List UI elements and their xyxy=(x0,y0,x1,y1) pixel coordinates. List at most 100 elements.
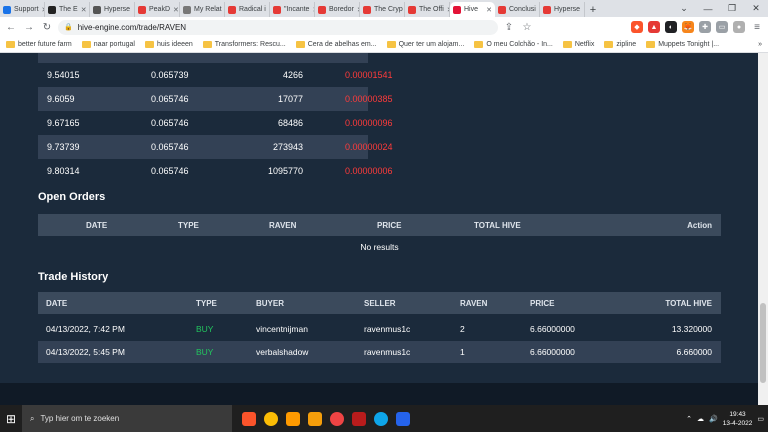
scrollbar[interactable] xyxy=(758,53,768,405)
browser-tab[interactable]: Hive ✕ xyxy=(450,2,495,17)
tab-label: Support xyxy=(14,6,39,13)
bookmarks-more-button[interactable]: » xyxy=(758,41,762,48)
taskbar-clock[interactable]: 19:43 13-4-2022 xyxy=(723,410,753,428)
tab-label: Hyperse xyxy=(554,6,581,13)
pinned-apps xyxy=(232,411,410,426)
folder-icon xyxy=(562,41,572,48)
browser-tab[interactable]: Support✕ xyxy=(0,2,45,17)
folder-icon xyxy=(81,41,91,48)
orderbook-row[interactable]: 9.54015 0.065739 4266 0.00001541 xyxy=(38,63,393,87)
minimize-button[interactable]: — xyxy=(696,0,720,17)
extension-icon[interactable]: ◐ xyxy=(665,21,677,33)
col-total-hive: TOTAL HIVE xyxy=(474,220,521,230)
cell-seller[interactable]: ravenmus1c xyxy=(364,324,410,334)
browser-tab[interactable]: The Cryp✕ xyxy=(360,2,405,17)
notifications-icon[interactable]: ▭ xyxy=(757,415,764,423)
app-icon-red[interactable] xyxy=(330,411,344,426)
browser-tab[interactable]: The Offi✕ xyxy=(405,2,450,17)
cell-seller[interactable]: ravenmus1c xyxy=(364,347,410,357)
orderbook-row[interactable]: 9.80314 0.065746 1095770 0.00000006 xyxy=(38,159,393,183)
cell-price: 6.66000000 xyxy=(530,347,575,357)
brave-shield-icon[interactable]: ◆ xyxy=(631,21,643,33)
network-icon[interactable]: ☁ xyxy=(697,415,704,423)
browser-tab[interactable]: Hyperse✕ xyxy=(90,2,135,17)
cell-price: 0.065746 xyxy=(151,166,189,176)
brave-app-icon[interactable] xyxy=(242,411,256,426)
open-orders-header: DATE TYPE RAVEN PRICE TOTAL HIVE Action xyxy=(38,214,721,236)
orderbook-row[interactable]: 9.73739 0.065746 273943 0.00000024 xyxy=(38,135,393,159)
taskbar-search-box[interactable]: ⌕ Typ hier om te zoeken xyxy=(22,405,232,432)
orderbook-row[interactable]: 9.6059 0.065746 17077 0.00000385 xyxy=(38,87,393,111)
col-buyer: BUYER xyxy=(256,298,285,308)
windows-start-icon[interactable]: ⊞ xyxy=(0,405,22,432)
new-tab-button[interactable]: + xyxy=(585,2,601,17)
sidebar-icon[interactable]: ▭ xyxy=(716,21,728,33)
address-bar[interactable]: 🔒 hive-engine.com/trade/RAVEN xyxy=(58,19,498,35)
profile-avatar-icon[interactable]: ● xyxy=(733,21,745,33)
share-icon[interactable]: ⇪ xyxy=(502,20,516,34)
tab-favicon-icon xyxy=(363,5,371,14)
bookmark-star-icon[interactable]: ☆ xyxy=(520,20,534,34)
bookmark-item[interactable]: Muppets Tonight |... xyxy=(646,41,719,48)
app-icon-blue[interactable] xyxy=(396,411,410,426)
cell-buyer[interactable]: vincentnijman xyxy=(256,324,308,334)
bookmark-item[interactable]: huis ideeen xyxy=(144,41,193,48)
bookmark-label: zipline xyxy=(616,41,637,48)
illustrator-app-icon[interactable] xyxy=(286,411,300,426)
col-total-hive: TOTAL HIVE xyxy=(665,298,712,308)
tab-close-icon[interactable]: ✕ xyxy=(173,6,179,14)
tab-close-icon[interactable]: ✕ xyxy=(81,6,87,14)
app-icon-darkred[interactable] xyxy=(352,411,366,426)
tab-favicon-icon xyxy=(48,5,56,14)
cell-price: 0.065746 xyxy=(151,118,189,128)
bookmark-label: Muppets Tonight |... xyxy=(658,41,720,48)
bookmark-item[interactable]: better future farm xyxy=(6,41,72,48)
bookmark-item[interactable]: Quer ter um alojam... xyxy=(386,41,464,48)
trade-row[interactable]: 04/13/2022, 5:45 PM BUY verbalshadow rav… xyxy=(38,341,721,363)
close-window-button[interactable]: ✕ xyxy=(744,0,768,17)
browser-tab[interactable]: Conclusi✕ xyxy=(495,2,540,17)
volume-icon[interactable]: 🔊 xyxy=(709,415,718,423)
bookmark-item[interactable]: zipline xyxy=(604,41,636,48)
cell-amount: 0.00000385 xyxy=(345,94,393,104)
bookmark-item[interactable]: Cera de abelhas em... xyxy=(295,41,377,48)
tab-close-icon[interactable]: ✕ xyxy=(486,6,492,14)
folder-icon xyxy=(386,41,396,48)
orderbook-row[interactable]: 9.67165 0.065746 68486 0.00000096 xyxy=(38,111,393,135)
tab-search-icon[interactable]: ⌄ xyxy=(672,0,696,17)
forward-icon[interactable]: → xyxy=(22,20,36,34)
browser-tab[interactable]: Hyperse✕ xyxy=(540,2,585,17)
chrome-app-icon[interactable] xyxy=(264,411,278,426)
col-date: DATE xyxy=(46,298,68,308)
metamask-icon[interactable]: 🦊 xyxy=(682,21,694,33)
extension-icons: ◆ ▲ ◐ 🦊 ✚ ▭ ● ≡ xyxy=(631,20,764,34)
cell-total: 9.80314 xyxy=(47,166,80,176)
bookmark-item[interactable]: O meu Colchão - In... xyxy=(474,41,553,48)
scrollbar-thumb[interactable] xyxy=(760,303,766,383)
browser-tab[interactable]: "Incante✕ xyxy=(270,2,315,17)
back-icon[interactable]: ← xyxy=(4,20,18,34)
browser-tab[interactable]: Boredor✕ xyxy=(315,2,360,17)
tab-favicon-icon xyxy=(543,5,551,14)
edge-app-icon[interactable] xyxy=(374,411,388,426)
puzzle-icon[interactable]: ✚ xyxy=(699,21,711,33)
maximize-button[interactable]: ❐ xyxy=(720,0,744,17)
reload-icon[interactable]: ↻ xyxy=(40,20,54,34)
menu-icon[interactable]: ≡ xyxy=(750,20,764,34)
bookmark-item[interactable]: Netflix xyxy=(562,41,594,48)
bookmark-label: Cera de abelhas em... xyxy=(307,41,377,48)
brave-rewards-icon[interactable]: ▲ xyxy=(648,21,660,33)
browser-tab[interactable]: Radical i✕ xyxy=(225,2,270,17)
file-explorer-icon[interactable] xyxy=(308,411,322,426)
tray-chevron-icon[interactable]: ⌃ xyxy=(686,415,692,423)
tab-label: The Offi xyxy=(419,6,444,13)
cell-buyer[interactable]: verbalshadow xyxy=(256,347,308,357)
bookmark-item[interactable]: naar portugal xyxy=(81,41,135,48)
browser-tab[interactable]: PeakD ✕ xyxy=(135,2,180,17)
bookmark-item[interactable]: Transformers: Rescu... xyxy=(202,41,286,48)
browser-tab[interactable]: My Relat✕ xyxy=(180,2,225,17)
address-text: hive-engine.com/trade/RAVEN xyxy=(77,22,187,32)
trade-row[interactable]: 04/13/2022, 7:42 PM BUY vincentnijman ra… xyxy=(38,318,721,340)
browser-tab[interactable]: The E ✕ xyxy=(45,2,90,17)
bookmark-list: better future farm naar portugal huis idee… xyxy=(6,41,719,48)
